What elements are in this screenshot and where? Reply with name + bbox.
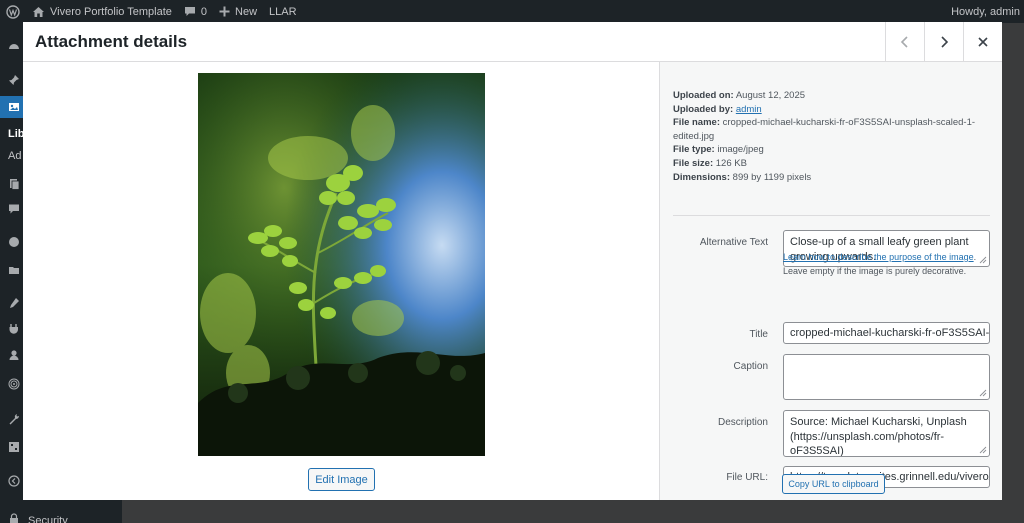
greeting: Howdy, admin <box>951 5 1020 18</box>
portfolio-icon[interactable] <box>8 236 20 248</box>
plus-icon <box>219 6 230 17</box>
fingerprint-icon[interactable] <box>8 378 20 390</box>
attachment-details-modal: Attachment details Edit Image Uploaded o… <box>23 22 1002 500</box>
media-add-link[interactable]: Ad <box>8 150 21 162</box>
title-value: cropped-michael-kucharski-fr-oF3S5SAI-un… <box>790 327 990 339</box>
title-input[interactable]: cropped-michael-kucharski-fr-oF3S5SAI-un… <box>783 322 990 344</box>
caption-input[interactable] <box>783 354 990 400</box>
close-modal-button[interactable] <box>963 22 1002 62</box>
new-label: New <box>235 5 258 18</box>
details-divider <box>673 215 990 216</box>
title-label: Title <box>749 329 768 340</box>
modal-title: Attachment details <box>35 32 188 51</box>
copy-url-button[interactable]: Copy URL to clipboard <box>782 474 885 494</box>
previous-attachment-button[interactable] <box>885 22 924 62</box>
dimensions-row: Dimensions: 899 by 1199 pixels <box>673 171 812 183</box>
appearance-icon[interactable] <box>8 297 20 309</box>
uploaded-on-row: Uploaded on: August 12, 2025 <box>673 90 806 101</box>
file-size-value: 126 KB <box>715 157 747 169</box>
attachment-info-pane: Uploaded on: August 12, 2025 Uploaded by… <box>659 62 1002 500</box>
attachment-image <box>198 73 485 456</box>
users-icon[interactable] <box>8 349 20 361</box>
security-menu-label[interactable]: Security <box>28 515 68 523</box>
settings-icon[interactable] <box>8 441 20 453</box>
comments-count: 0 <box>200 5 208 18</box>
wordpress-logo-button[interactable] <box>0 0 26 23</box>
plugins-icon[interactable] <box>8 323 20 335</box>
chevron-left-icon <box>899 35 911 49</box>
chevron-right-icon <box>938 35 950 49</box>
description-input[interactable]: Source: Michael Kucharski, Unplash (http… <box>783 410 990 457</box>
description-value: Source: Michael Kucharski, Unplash (http… <box>790 416 967 457</box>
account-menu[interactable]: Howdy, admin <box>945 0 1024 23</box>
alt-text-help: Learn how to describe the purpose of the… <box>783 251 990 278</box>
llar-link[interactable]: LLAR <box>263 0 303 23</box>
folder-icon[interactable] <box>8 264 20 276</box>
comments-link[interactable]: 0 <box>178 0 213 23</box>
collapse-icon[interactable] <box>8 475 20 487</box>
site-name: Vivero Portfolio Template <box>50 5 172 18</box>
close-icon <box>977 36 989 48</box>
comment-icon <box>184 6 196 17</box>
file-type-row: File type: image/jpeg <box>673 144 764 156</box>
pages-icon[interactable] <box>8 178 20 190</box>
alt-text-label: Alternative Text <box>699 237 768 248</box>
resize-handle-icon[interactable] <box>979 446 987 454</box>
lock-icon[interactable] <box>8 513 20 523</box>
pin-icon[interactable] <box>8 74 20 86</box>
file-url-label: File URL: <box>726 472 768 483</box>
home-icon <box>32 6 45 18</box>
llar-label: LLAR <box>269 5 297 18</box>
resize-handle-icon[interactable] <box>979 389 987 397</box>
admin-bar: Vivero Portfolio Template 0 New LLAR How… <box>0 0 1024 23</box>
dashboard-icon[interactable] <box>8 40 20 52</box>
media-icon <box>8 101 20 113</box>
tools-icon[interactable] <box>8 413 20 425</box>
uploaded-by-link[interactable]: admin <box>736 104 762 115</box>
description-label: Description <box>717 417 768 428</box>
dimensions-value: 899 by 1199 pixels <box>732 171 812 183</box>
uploaded-on-value: August 12, 2025 <box>735 90 806 101</box>
wordpress-icon <box>6 4 20 19</box>
modal-header: Attachment details <box>23 22 1002 62</box>
new-content-link[interactable]: New <box>213 0 263 23</box>
uploaded-by-row: Uploaded by: admin <box>673 103 762 115</box>
file-size-row: File size: 126 KB <box>673 157 747 169</box>
caption-label: Caption <box>733 361 768 372</box>
file-type-value: image/jpeg <box>717 144 764 156</box>
site-name-link[interactable]: Vivero Portfolio Template <box>26 0 178 23</box>
alt-text-help-link[interactable]: Learn how to describe the purpose of the… <box>783 252 974 262</box>
edit-image-button[interactable]: Edit Image <box>308 468 375 491</box>
file-name-row: File name: cropped-michael-kucharski-fr-… <box>673 117 976 142</box>
comments-icon[interactable] <box>8 203 20 215</box>
next-attachment-button[interactable] <box>924 22 963 62</box>
media-preview-pane: Edit Image <box>23 62 659 500</box>
file-details: Uploaded on: August 12, 2025 Uploaded by… <box>673 89 993 184</box>
